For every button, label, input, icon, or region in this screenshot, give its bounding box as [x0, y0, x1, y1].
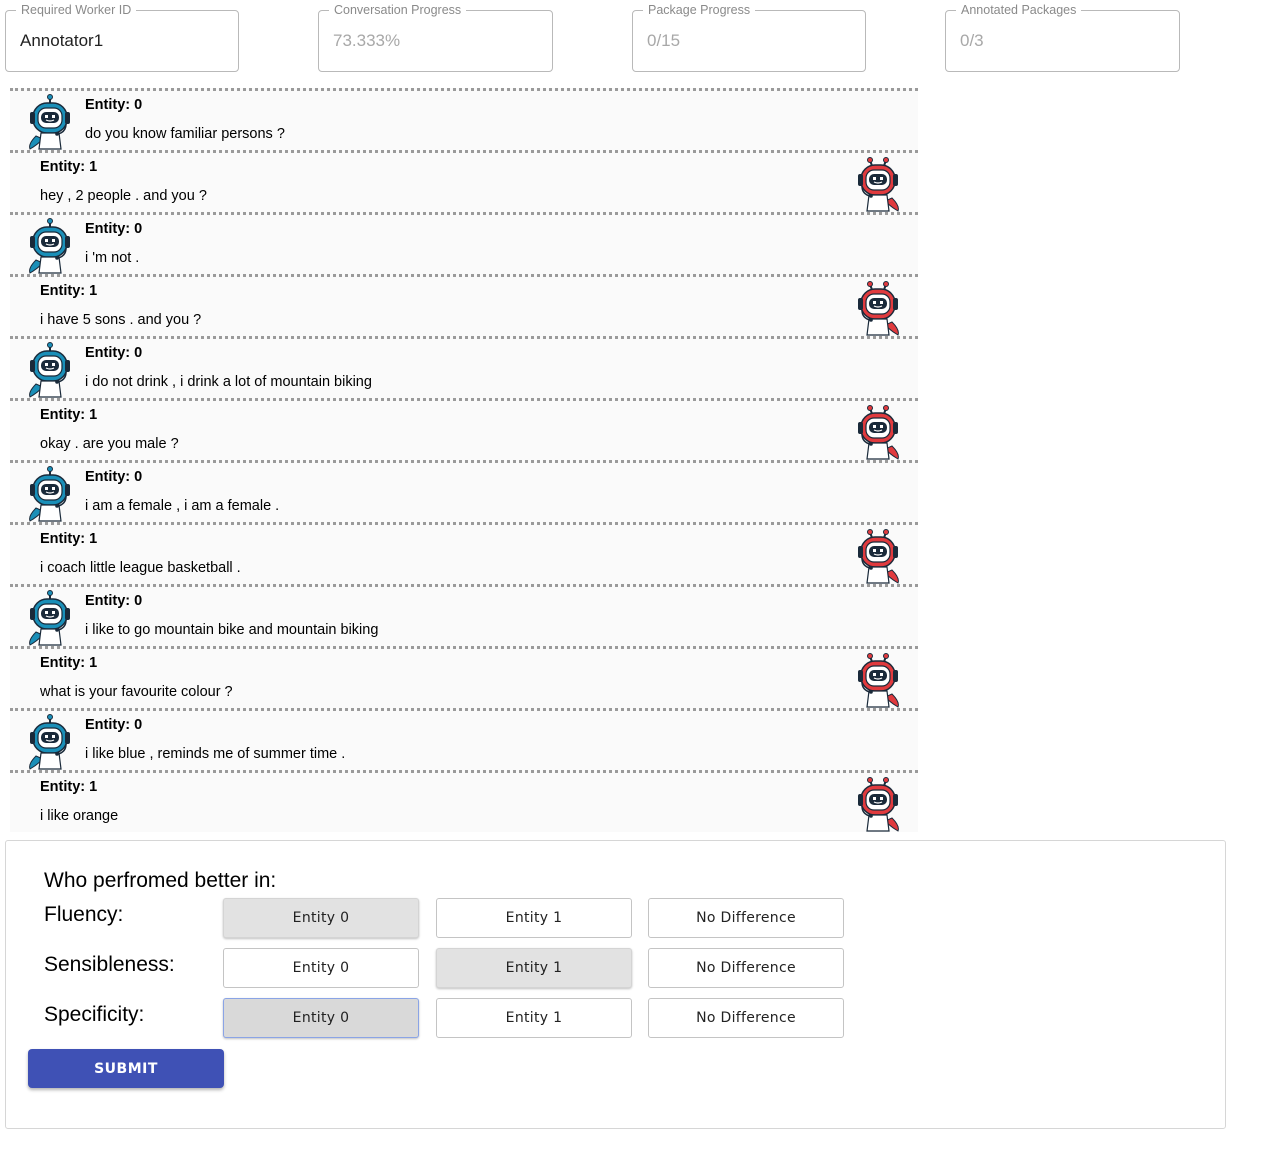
- red-robot-icon: [857, 652, 900, 708]
- blue-robot-icon: [28, 94, 72, 150]
- message-entity-1: Entity: 1 okay . are you male ?: [10, 398, 918, 460]
- conversation-log: Entity: 0 do you know familiar persons ?…: [10, 88, 918, 832]
- package-progress-field: Package Progress: [632, 3, 866, 72]
- speaker-label: Entity: 0: [85, 345, 143, 361]
- message-text: i 'm not .: [85, 250, 140, 266]
- message-text: okay . are you male ?: [40, 436, 179, 452]
- worker-id-label: Required Worker ID: [16, 3, 137, 18]
- fluency-no-difference-button[interactable]: No Difference: [648, 898, 844, 938]
- message-entity-1: Entity: 1 i like orange: [10, 770, 918, 832]
- speaker-label: Entity: 1: [40, 283, 98, 299]
- message-entity-0: Entity: 0 i am a female , i am a female …: [10, 460, 918, 522]
- criterion-fluency-label: Fluency:: [44, 903, 124, 926]
- sensibleness-no-difference-button[interactable]: No Difference: [648, 948, 844, 988]
- message-text: i do not drink , i drink a lot of mounta…: [85, 374, 372, 390]
- red-robot-icon: [857, 776, 900, 832]
- message-text: i have 5 sons . and you ?: [40, 312, 202, 328]
- blue-robot-icon: [28, 466, 72, 522]
- message-entity-0: Entity: 0 i 'm not .: [10, 212, 918, 274]
- speaker-label: Entity: 0: [85, 97, 143, 113]
- specificity-entity-1-button[interactable]: Entity 1: [436, 998, 632, 1038]
- sensibleness-entity-0-button[interactable]: Entity 0: [223, 948, 419, 988]
- annotated-packages-value: [960, 31, 1165, 51]
- rating-panel: Who perfromed better in: Fluency: Entity…: [5, 840, 1226, 1129]
- speaker-label: Entity: 1: [40, 407, 98, 423]
- message-text: what is your favourite colour ?: [40, 684, 233, 700]
- package-progress-value: [647, 31, 851, 51]
- red-robot-icon: [857, 528, 900, 584]
- submit-button[interactable]: SUBMIT: [28, 1049, 224, 1088]
- message-entity-0: Entity: 0 i like blue , reminds me of su…: [10, 708, 918, 770]
- speaker-label: Entity: 0: [85, 593, 143, 609]
- message-text: i like orange: [40, 808, 119, 824]
- message-text: i like to go mountain bike and mountain …: [85, 622, 379, 638]
- message-entity-1: Entity: 1 i coach little league basketba…: [10, 522, 918, 584]
- message-entity-1: Entity: 1 hey , 2 people . and you ?: [10, 150, 918, 212]
- message-entity-1: Entity: 1 what is your favourite colour …: [10, 646, 918, 708]
- red-robot-icon: [857, 404, 900, 460]
- conversation-progress-field: Conversation Progress: [318, 3, 553, 72]
- criterion-sensibleness-label: Sensibleness:: [44, 953, 175, 976]
- message-text: i like blue , reminds me of summer time …: [85, 746, 346, 762]
- message-text: do you know familiar persons ?: [85, 126, 285, 142]
- message-entity-0: Entity: 0 do you know familiar persons ?: [10, 88, 918, 150]
- fluency-entity-1-button[interactable]: Entity 1: [436, 898, 632, 938]
- speaker-label: Entity: 1: [40, 159, 98, 175]
- speaker-label: Entity: 1: [40, 655, 98, 671]
- message-entity-1: Entity: 1 i have 5 sons . and you ?: [10, 274, 918, 336]
- worker-id-input[interactable]: [20, 31, 224, 51]
- annotated-packages-label: Annotated Packages: [956, 3, 1082, 18]
- blue-robot-icon: [28, 218, 72, 274]
- blue-robot-icon: [28, 714, 72, 770]
- blue-robot-icon: [28, 342, 72, 398]
- red-robot-icon: [857, 156, 900, 212]
- sensibleness-entity-1-button[interactable]: Entity 1: [436, 948, 632, 988]
- speaker-label: Entity: 0: [85, 221, 143, 237]
- rating-question: Who perfromed better in:: [44, 869, 277, 892]
- message-entity-0: Entity: 0 i do not drink , i drink a lot…: [10, 336, 918, 398]
- red-robot-icon: [857, 280, 900, 336]
- specificity-no-difference-button[interactable]: No Difference: [648, 998, 844, 1038]
- speaker-label: Entity: 0: [85, 469, 143, 485]
- conversation-progress-label: Conversation Progress: [329, 3, 467, 18]
- package-progress-label: Package Progress: [643, 3, 756, 18]
- message-text: hey , 2 people . and you ?: [40, 188, 207, 204]
- speaker-label: Entity: 1: [40, 779, 98, 795]
- message-entity-0: Entity: 0 i like to go mountain bike and…: [10, 584, 918, 646]
- fluency-entity-0-button[interactable]: Entity 0: [223, 898, 419, 938]
- blue-robot-icon: [28, 590, 72, 646]
- speaker-label: Entity: 0: [85, 717, 143, 733]
- criterion-specificity-label: Specificity:: [44, 1003, 145, 1026]
- annotated-packages-field: Annotated Packages: [945, 3, 1180, 72]
- speaker-label: Entity: 1: [40, 531, 98, 547]
- specificity-entity-0-button[interactable]: Entity 0: [223, 998, 419, 1038]
- message-text: i am a female , i am a female .: [85, 498, 280, 514]
- message-text: i coach little league basketball .: [40, 560, 241, 576]
- worker-id-field[interactable]: Required Worker ID: [5, 3, 239, 72]
- conversation-progress-value: [333, 31, 538, 51]
